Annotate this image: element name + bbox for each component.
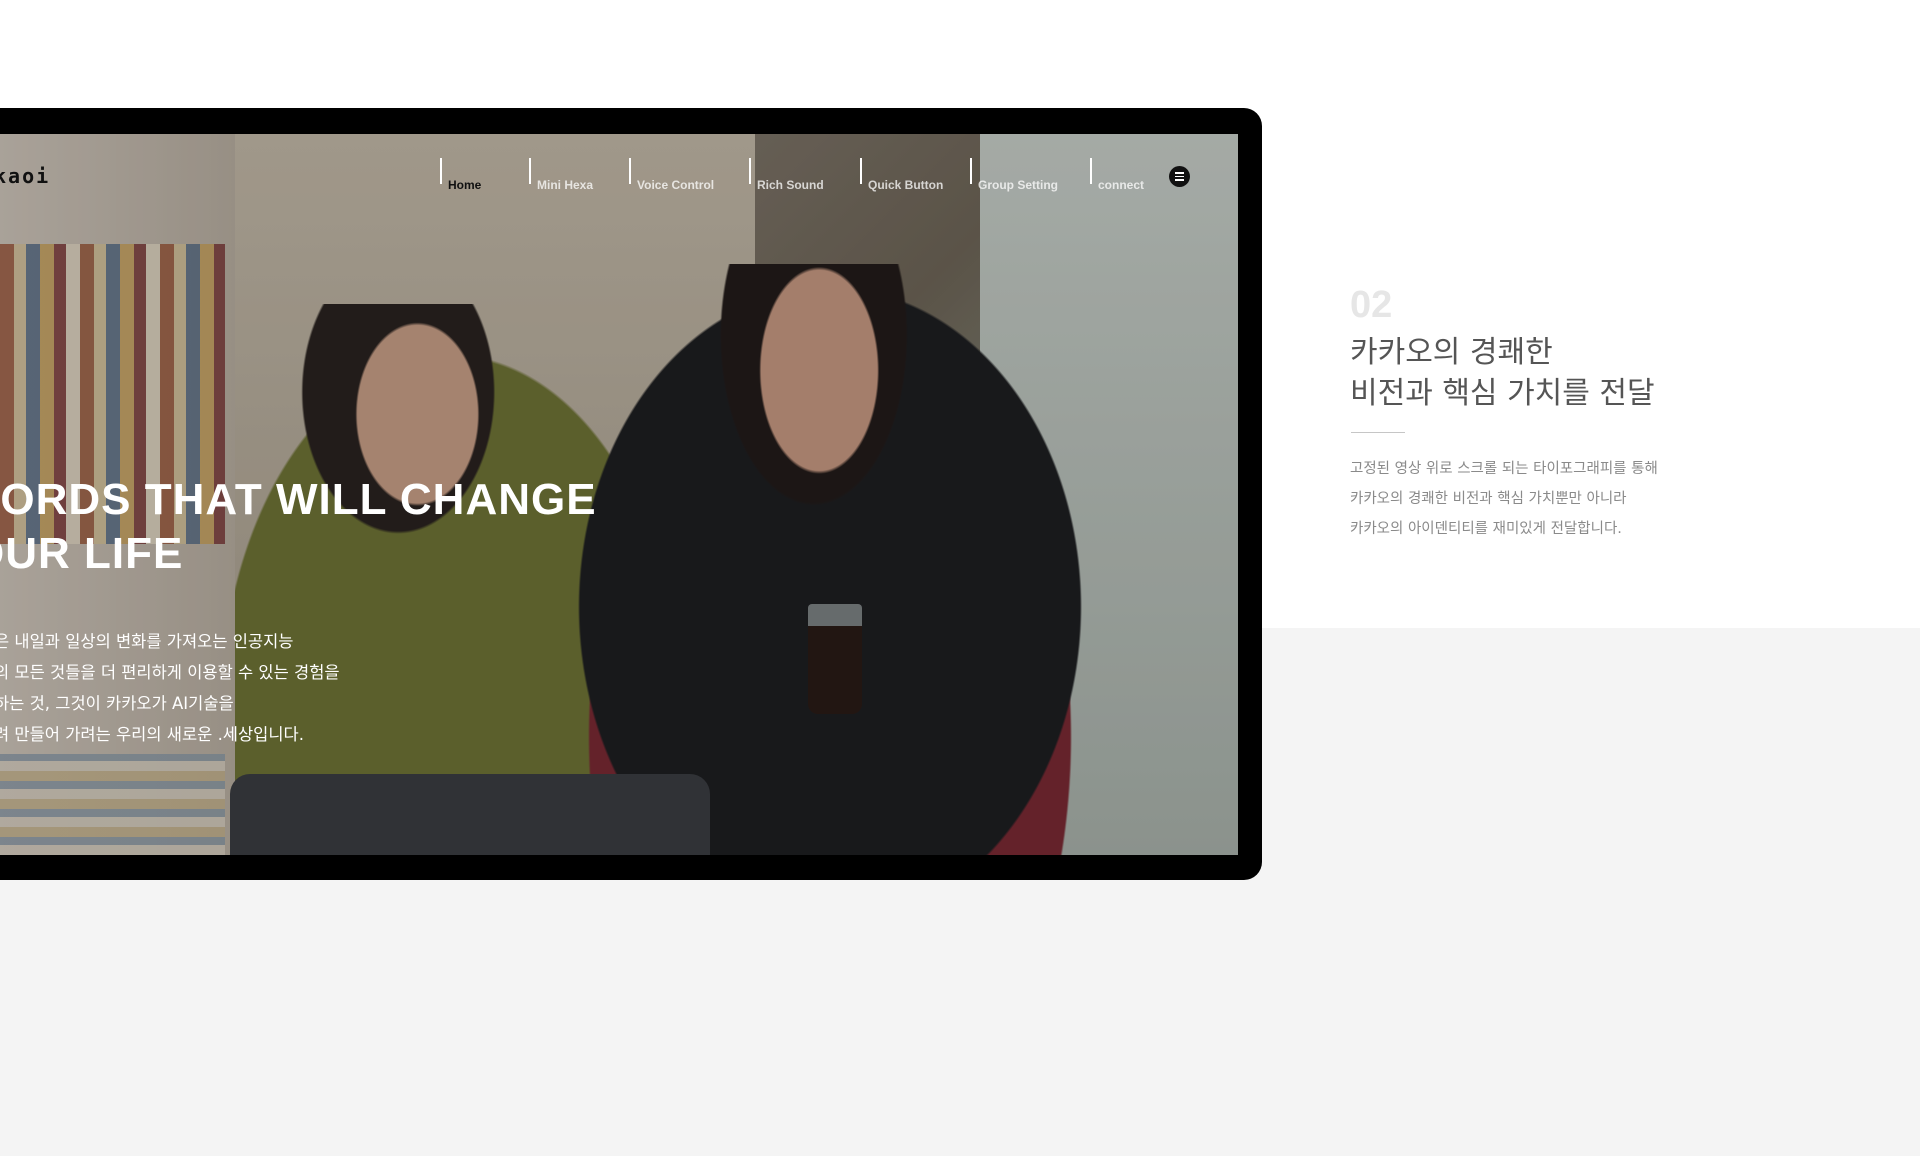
nav-home-label: Home (448, 178, 482, 192)
nav-divider (529, 158, 531, 184)
nav-divider (970, 158, 972, 184)
nav-divider (860, 158, 862, 184)
nav-divider (749, 158, 751, 184)
divider (1351, 432, 1405, 433)
nav-group-setting-label: Group Setting (978, 178, 1058, 192)
hero-desc-line: 은 내일과 일상의 변화를 가져오는 인공지능 (0, 632, 294, 651)
nav-divider (629, 158, 631, 184)
hero-desc-line: 려 만들어 가려는 우리의 새로운 .세상입니다. (0, 725, 304, 744)
section-body: 고정된 영상 위로 스크롤 되는 타이포그래피를 통해 카카오의 경쾌한 비전과… (1350, 454, 1658, 544)
nav-voice-control-label: Voice Control (637, 178, 715, 192)
hero-description: 은 내일과 일상의 변화를 가져오는 인공지능 의 모든 것들을 더 편리하게 … (0, 626, 340, 750)
section-headline: 카카오의 경쾌한 비전과 핵심 가치를 전달 (1350, 332, 1655, 414)
nav-quick-button[interactable]: Quick Button (860, 158, 943, 192)
nav-rich-sound-label: Rich Sound (757, 178, 824, 192)
hero-title-line2: OUR LIFE (0, 529, 184, 578)
hero-desc-line: 하는 것, 그것이 카카오가 AI기술을 (0, 694, 234, 713)
section-headline-line2: 비전과 핵심 가치를 전달 (1350, 376, 1655, 411)
site-logo[interactable]: kaoi (0, 164, 50, 188)
nav-mini-hexa-label: Mini Hexa (537, 178, 594, 192)
nav-group-setting[interactable]: Group Setting (970, 158, 1058, 192)
section-headline-line1: 카카오의 경쾌한 (1350, 335, 1553, 370)
hero-title: VORDS THAT WILL CHANGE OUR LIFE (0, 473, 597, 581)
nav-divider (1090, 158, 1092, 184)
nav-home[interactable]: Home (440, 158, 481, 192)
section-number: 02 (1350, 284, 1393, 326)
hero-title-line1: VORDS THAT WILL CHANGE (0, 475, 597, 524)
nav-connect-label: connect (1098, 178, 1145, 192)
nav-mini-hexa[interactable]: Mini Hexa (529, 158, 593, 192)
nav-divider (440, 158, 442, 184)
hero-desc-line: 의 모든 것들을 더 편리하게 이용할 수 있는 경험을 (0, 663, 340, 682)
section-body-line: 고정된 영상 위로 스크롤 되는 타이포그래피를 통해 (1350, 461, 1658, 477)
nav-rich-sound[interactable]: Rich Sound (749, 158, 824, 192)
nav-quick-button-label: Quick Button (868, 178, 944, 192)
nav-connect[interactable]: connect (1090, 158, 1144, 192)
section-body-line: 카카오의 아이덴티티를 재미있게 전달합니다. (1350, 521, 1622, 537)
hamburger-menu-icon[interactable] (1169, 166, 1190, 187)
section-body-line: 카카오의 경쾌한 비전과 핵심 가치뿐만 아니라 (1350, 491, 1627, 507)
nav-voice-control[interactable]: Voice Control (629, 158, 714, 192)
